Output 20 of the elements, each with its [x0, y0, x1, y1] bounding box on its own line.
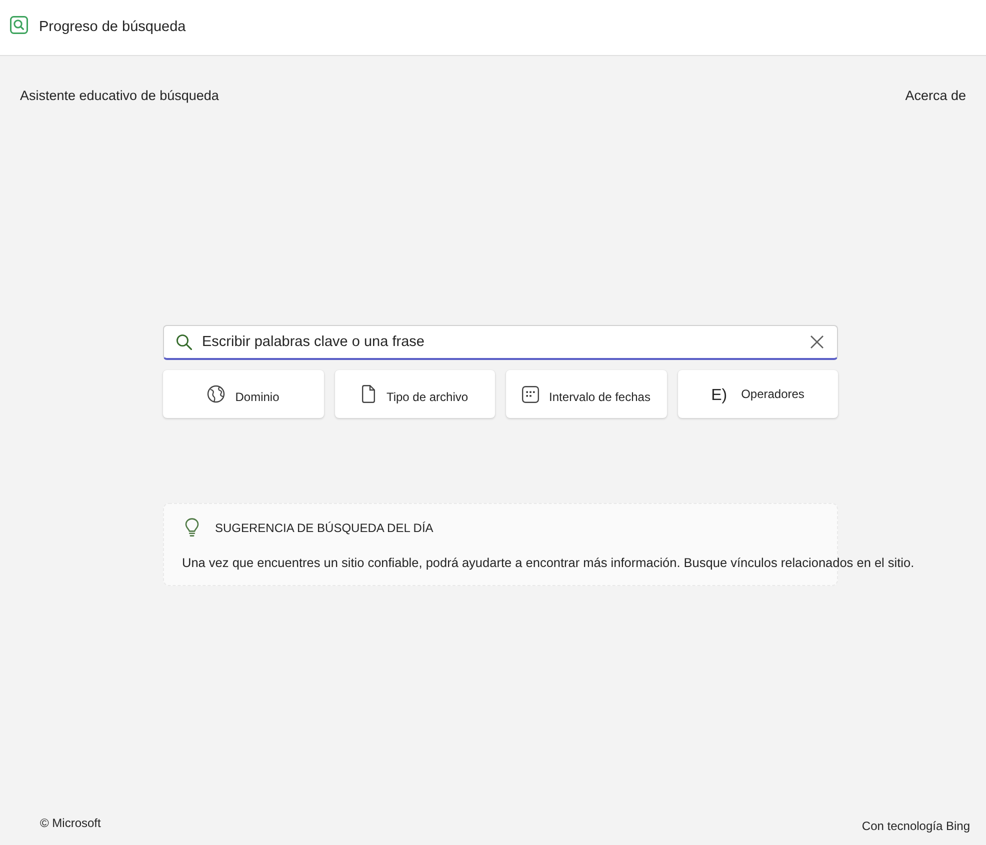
filter-button[interactable]: Dominio: [163, 370, 324, 418]
search-app-icon: [10, 16, 28, 34]
tip-heading: SUGERENCIA DE BÚSQUEDA DEL DÍA: [215, 520, 434, 534]
calendar-icon: [522, 386, 540, 402]
filter-button[interactable]: Intervalo de fechas: [506, 370, 666, 418]
about-link[interactable]: Acerca de: [905, 88, 966, 102]
operators-icon: E): [711, 387, 728, 405]
search-field[interactable]: Escribir palabras clave o una frase: [163, 325, 838, 360]
tip-text: Una vez que encuentres un sitio confiable, podrá ayudarte a encontrar más información. Busque vínculos relacionados en el sitio.: [182, 555, 914, 570]
lightbulb-icon: [185, 518, 199, 537]
filter-button[interactable]: Tipo de archivo: [334, 370, 495, 418]
search-icon: [176, 334, 192, 350]
copyright-text: © Microsoft: [40, 816, 101, 830]
app-title: Progreso de búsqueda: [39, 19, 186, 35]
document-icon: [361, 385, 376, 403]
globe-icon: [207, 385, 226, 403]
page-title: Asistente educativo de búsqueda: [20, 88, 219, 102]
filter-button[interactable]: E) Operadores: [678, 370, 838, 418]
powered-by-text: Con tecnología Bing: [862, 819, 970, 833]
close-icon[interactable]: [810, 335, 824, 349]
